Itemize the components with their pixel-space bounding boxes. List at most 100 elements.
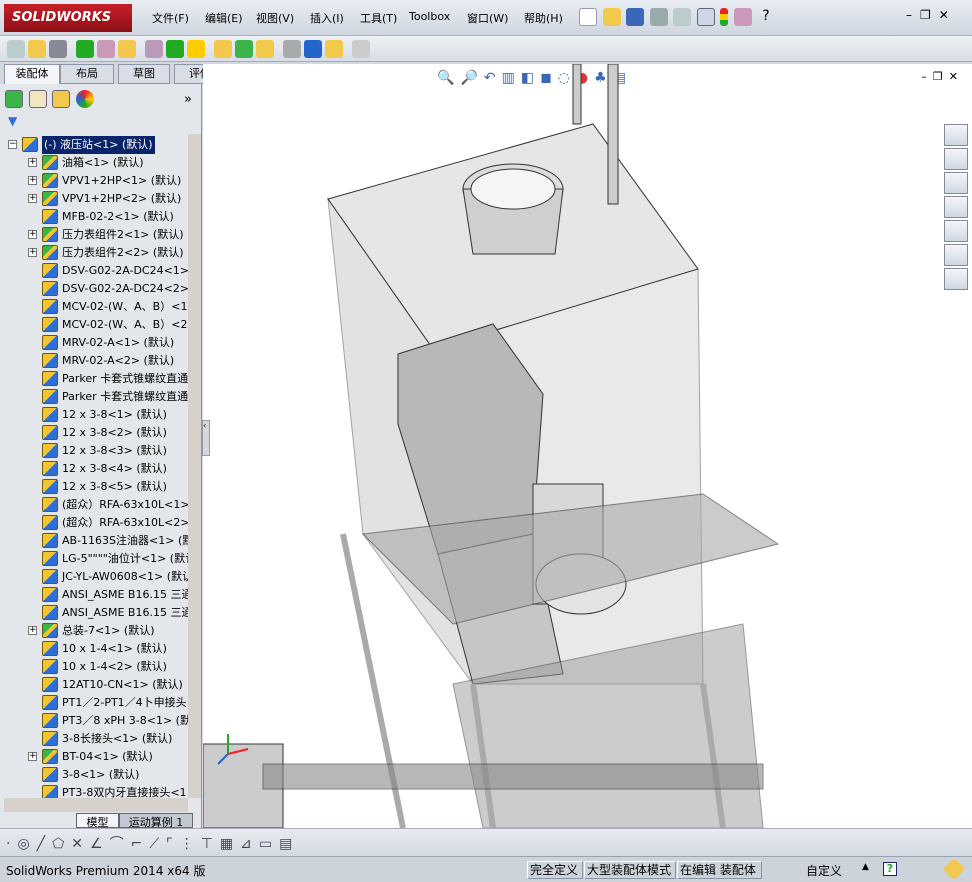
tree-item[interactable]: 10 x 1-4<1> (默认) [4, 640, 188, 658]
open-icon[interactable] [602, 8, 621, 26]
tree-item[interactable]: 10 x 1-4<2> (默认) [4, 658, 188, 676]
grid-icon[interactable]: ▦ [220, 836, 240, 852]
tree-item[interactable]: 12 x 3-8<2> (默认) [4, 424, 188, 442]
tree-item[interactable]: JC-YL-AW0608<1> (默认 [4, 568, 188, 586]
home-icon[interactable] [944, 148, 968, 170]
tree-item[interactable]: ANSI_ASME B16.15 三通 [4, 604, 188, 622]
assembly-tool-icon[interactable] [76, 40, 94, 58]
menu-item-6[interactable]: 窗口(W) [467, 10, 508, 26]
tree-item[interactable]: MCV-02-(W、A、B）<1> [4, 298, 188, 316]
expand-icon[interactable]: + [28, 752, 37, 761]
tree-item[interactable]: PT1／2-PT1／4卜申接头 [4, 694, 188, 712]
tree-item[interactable]: + 压力表组件2<1> (默认) [4, 226, 188, 244]
assembly-tool-icon[interactable] [325, 40, 343, 58]
offset-icon[interactable]: ⟋ [149, 836, 166, 852]
expand-icon[interactable]: + [28, 626, 37, 635]
tree-horizontal-scrollbar[interactable] [4, 798, 188, 812]
tree-item[interactable]: 12AT10-CN<1> (默认) [4, 676, 188, 694]
design-library-icon[interactable] [944, 172, 968, 194]
expand-icon[interactable]: + [28, 176, 37, 185]
extend-icon[interactable]: ∠ [90, 836, 110, 852]
circle-icon[interactable]: ◎ [17, 836, 36, 852]
tree-item[interactable]: 3-8<1> (默认) [4, 766, 188, 784]
expand-panel-icon[interactable]: » [184, 92, 192, 107]
menu-item-7[interactable]: 帮助(H) [524, 10, 563, 26]
tree-item[interactable]: PT3-8双内牙直接接头<1 [4, 784, 188, 798]
close-icon[interactable]: ✕ [939, 8, 957, 22]
expand-icon[interactable]: + [28, 194, 37, 203]
trim-icon[interactable]: ✕ [71, 836, 90, 852]
tree-item[interactable]: 12 x 3-8<4> (默认) [4, 460, 188, 478]
expand-icon[interactable]: + [28, 230, 37, 239]
solidworks-logo[interactable]: SOLIDWORKS [4, 4, 132, 32]
tree-item[interactable]: + 总装-7<1> (默认) [4, 622, 188, 640]
undo-icon[interactable] [673, 8, 691, 26]
window-icon[interactable]: ▭ [259, 836, 279, 852]
property-manager-icon[interactable] [28, 90, 47, 108]
tag-icon[interactable] [942, 857, 966, 881]
assembly-tool-icon[interactable] [256, 40, 274, 58]
help-icon[interactable]: ? [757, 8, 775, 26]
relation-icon[interactable]: ⊿ [240, 836, 259, 852]
new-document-icon[interactable] [579, 8, 597, 26]
filter-icon[interactable]: ▼ [8, 114, 17, 128]
tab-1[interactable]: 布局 [60, 64, 114, 84]
tree-item[interactable]: + VPV1+2HP<2> (默认) [4, 190, 188, 208]
tree-item[interactable]: + VPV1+2HP<1> (默认) [4, 172, 188, 190]
tree-item[interactable]: MCV-02-(W、A、B）<2> [4, 316, 188, 334]
appearances-icon[interactable] [944, 244, 968, 266]
assembly-tool-icon[interactable] [49, 40, 67, 58]
solidworks-resources-icon[interactable] [944, 124, 968, 146]
print-icon[interactable] [649, 8, 668, 26]
point-icon[interactable]: · [6, 836, 17, 852]
save-icon[interactable] [626, 8, 644, 26]
tree-item[interactable]: DSV-G02-2A-DC24<2> (默 [4, 280, 188, 298]
tree-item[interactable]: 12 x 3-8<1> (默认) [4, 406, 188, 424]
tree-item[interactable]: MFB-02-2<1> (默认) [4, 208, 188, 226]
file-explorer-icon[interactable] [944, 196, 968, 218]
tree-item[interactable]: + 油箱<1> (默认) [4, 154, 188, 172]
view-palette-icon[interactable] [944, 220, 968, 242]
menu-item-0[interactable]: 文件(F) [152, 10, 189, 26]
line-icon[interactable]: ╱ [37, 836, 52, 852]
tree-item[interactable]: + BT-04<1> (默认) [4, 748, 188, 766]
assembly-tool-icon[interactable] [187, 40, 205, 58]
tree-item[interactable]: DSV-G02-2A-DC24<1> (默 [4, 262, 188, 280]
tree-item[interactable]: ANSI_ASME B16.15 三通 [4, 586, 188, 604]
assembly-tool-icon[interactable] [7, 40, 25, 58]
expand-icon[interactable]: + [28, 158, 37, 167]
assembly-tool-icon[interactable] [166, 40, 184, 58]
menu-item-3[interactable]: 插入(I) [310, 10, 344, 26]
menu-item-4[interactable]: 工具(T) [360, 10, 397, 26]
tree-item[interactable]: 12 x 3-8<5> (默认) [4, 478, 188, 496]
assembly-tool-icon[interactable] [304, 40, 322, 58]
mirror-icon[interactable]: ⋮ [180, 836, 201, 852]
help-icon[interactable]: ? [883, 862, 897, 876]
tree-item[interactable]: 12 x 3-8<3> (默认) [4, 442, 188, 460]
minimize-icon[interactable]: – [906, 8, 920, 22]
feature-manager-icon[interactable] [5, 90, 23, 108]
assembly-tool-icon[interactable] [145, 40, 163, 58]
assembly-tool-icon[interactable] [352, 40, 370, 58]
display-manager-icon[interactable] [75, 90, 94, 108]
tab-2[interactable]: 草图 [118, 64, 170, 84]
tree-item[interactable]: AB-1163S注油器<1> (默 [4, 532, 188, 550]
tree-item[interactable]: 3-8长接头<1> (默认) [4, 730, 188, 748]
menu-item-5[interactable]: Toolbox [409, 10, 450, 23]
panel-collapse-handle[interactable]: ‹ [202, 420, 210, 456]
table-icon[interactable]: ▤ [279, 836, 299, 852]
configuration-manager-icon[interactable] [52, 90, 70, 108]
units-arrow-icon[interactable]: ▲ [862, 862, 869, 872]
tab-model[interactable]: 模型 [76, 813, 119, 829]
polygon-icon[interactable]: ⬠ [52, 836, 71, 852]
rebuild-icon[interactable] [720, 8, 728, 26]
menu-item-1[interactable]: 编辑(E) [205, 10, 243, 26]
restore-icon[interactable]: ❐ [920, 8, 939, 22]
dimension-icon[interactable]: ⊤ [201, 836, 220, 852]
select-icon[interactable] [696, 8, 715, 26]
tree-item[interactable]: LG-5""""油位计<1> (默认 [4, 550, 188, 568]
assembly-tool-icon[interactable] [28, 40, 46, 58]
tree-item[interactable]: (超众）RFA-63x10L<2> [4, 514, 188, 532]
tree-vertical-scrollbar[interactable] [188, 134, 201, 798]
tree-item[interactable]: Parker 卡套式锥螺纹直通 [4, 388, 188, 406]
